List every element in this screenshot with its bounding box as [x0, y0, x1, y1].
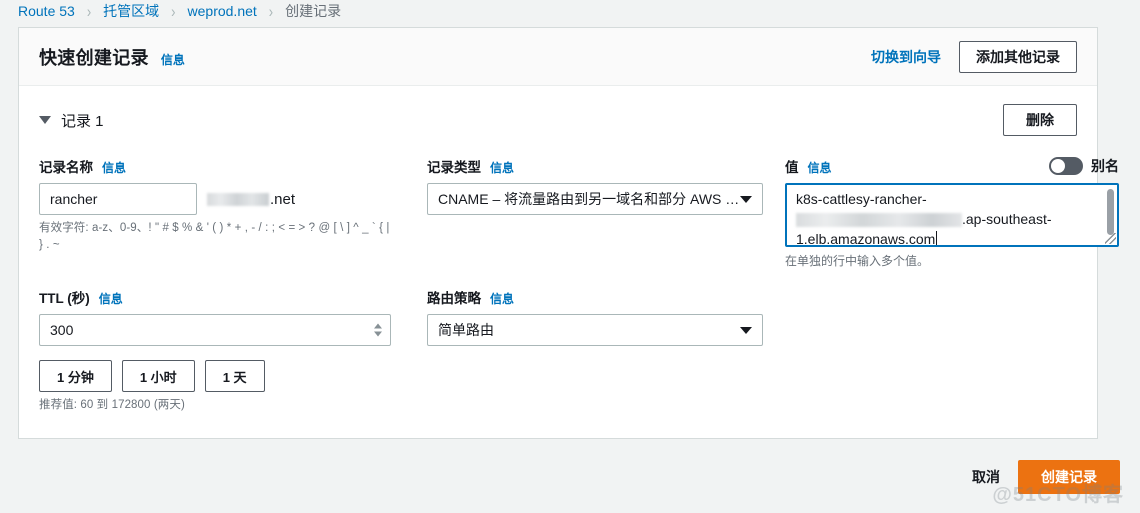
grid-gap: [391, 156, 427, 269]
add-another-record-button[interactable]: 添加其他记录: [959, 41, 1077, 73]
routing-policy-selected-value: 简单路由: [438, 322, 494, 338]
record-type-label: 记录类型: [427, 160, 481, 175]
footer-actions: 取消 创建记录: [972, 460, 1120, 494]
record-value-header: 值 信息 别名: [785, 156, 1119, 176]
record-value-line-3-text: 1.elb.amazonaws.com: [796, 231, 936, 247]
record-name-label-row: 记录名称 信息: [39, 156, 391, 176]
record-name-input-row: .net: [39, 183, 391, 215]
resize-grip-icon[interactable]: [1105, 233, 1116, 244]
record-header: 记录 1 删除: [39, 104, 1077, 136]
ttl-1-hour-button[interactable]: 1 小时: [121, 360, 195, 392]
panel-header: 快速创建记录 信息 切换到向导 添加其他记录: [19, 28, 1097, 86]
record-name-info-link[interactable]: 信息: [102, 159, 126, 176]
breadcrumb-item-hosted-zones[interactable]: 托管区域: [103, 1, 159, 21]
breadcrumb-item-create-record: 创建记录: [285, 3, 342, 19]
record-value-info-link[interactable]: 信息: [808, 159, 832, 176]
record-body: 记录 1 删除 记录名称 信息 .net 有效字符: a-z、0-9、! " #…: [19, 86, 1119, 438]
record-value-line-2: .ap-southeast-: [796, 209, 1099, 229]
record-type-field: 记录类型 信息 CNAME – 将流量路由到另一域名和部分 AWS …: [427, 156, 763, 269]
record-type-selected-value: CNAME – 将流量路由到另一域名和部分 AWS …: [438, 191, 740, 207]
quick-create-record-panel: 快速创建记录 信息 切换到向导 添加其他记录 记录 1 删除 记录名称 信息 r…: [18, 27, 1119, 440]
record-name-label: 记录名称: [39, 160, 93, 175]
breadcrumb: Route 53 › 托管区域 › weprod.net › 创建记录: [0, 0, 1140, 22]
routing-policy-field: 路由策略 信息 简单路由: [427, 287, 763, 414]
record-value-line-2-text: .ap-southeast-: [962, 211, 1052, 227]
ttl-input[interactable]: [39, 314, 391, 346]
record-value-label: 值: [785, 160, 799, 175]
breadcrumb-item-domain[interactable]: weprod.net: [188, 3, 257, 19]
chevron-down-icon: [740, 327, 752, 334]
record-type-label-row: 记录类型 信息: [427, 156, 763, 176]
record-value-field: 值 信息 别名 k8s-cattlesy-rancher- .ap-southe…: [785, 156, 1119, 269]
record-value-line-3: 1.elb.amazonaws.com: [796, 229, 1099, 247]
redacted-value-block: [796, 213, 962, 228]
ttl-input-wrap: [39, 314, 391, 346]
record-name-hint: 有效字符: a-z、0-9、! " # $ % & ' ( ) * + , - …: [39, 222, 390, 252]
delete-record-button[interactable]: 删除: [1003, 104, 1077, 136]
record-name-input[interactable]: [39, 183, 197, 215]
ttl-field: TTL (秒) 信息 1 分钟 1 小时 1 天 推荐值: 60 到 17280…: [39, 287, 391, 414]
ttl-1-minute-button[interactable]: 1 分钟: [39, 360, 112, 392]
redacted-domain-block: [207, 192, 269, 206]
record-type-select[interactable]: CNAME – 将流量路由到另一域名和部分 AWS …: [427, 183, 763, 215]
stepper-down-icon[interactable]: [374, 331, 382, 337]
domain-suffix-text: .net: [270, 190, 296, 208]
record-name-domain-suffix: .net: [207, 191, 295, 208]
record-type-info-link[interactable]: 信息: [490, 159, 514, 176]
ttl-hint: 推荐值: 60 到 172800 (两天): [39, 399, 185, 411]
routing-policy-label-row: 路由策略 信息: [427, 287, 763, 307]
ttl-1-day-button[interactable]: 1 天: [204, 360, 265, 392]
ttl-label-row: TTL (秒) 信息: [39, 287, 391, 307]
alias-toggle[interactable]: [1049, 157, 1083, 175]
record-value-label-row: 值 信息: [785, 156, 832, 176]
ttl-quick-buttons: 1 分钟 1 小时 1 天: [39, 360, 391, 392]
quantity-stepper[interactable]: [374, 323, 382, 337]
alias-toggle-label: 别名: [1091, 158, 1119, 174]
breadcrumb-separator-icon: ›: [171, 1, 176, 21]
panel-info-link[interactable]: 信息: [161, 51, 185, 68]
toggle-knob-icon: [1051, 159, 1065, 173]
record-value-hint: 在单独的行中输入多个值。: [785, 254, 930, 268]
grid-gap: [763, 287, 785, 414]
routing-policy-info-link[interactable]: 信息: [490, 290, 514, 307]
record-fields-grid: 记录名称 信息 .net 有效字符: a-z、0-9、! " # $ % & '…: [39, 156, 1119, 414]
ttl-label: TTL (秒): [39, 291, 90, 306]
ttl-info-link[interactable]: 信息: [99, 290, 123, 307]
breadcrumb-separator-icon: ›: [86, 1, 92, 21]
create-record-button[interactable]: 创建记录: [1018, 460, 1120, 494]
grid-gap: [763, 156, 785, 269]
page-title: 快速创建记录: [39, 48, 149, 68]
text-cursor: [936, 231, 938, 245]
record-value-textarea[interactable]: k8s-cattlesy-rancher- .ap-southeast- 1.e…: [785, 183, 1119, 247]
record-value-line-1: k8s-cattlesy-rancher-: [796, 191, 927, 207]
record-title-wrap[interactable]: 记录 1: [39, 110, 104, 131]
breadcrumb-separator-icon: ›: [268, 1, 274, 21]
breadcrumb-item-route53[interactable]: Route 53: [18, 3, 75, 19]
switch-to-wizard-link[interactable]: 切换到向导: [871, 47, 941, 67]
textarea-scrollbar[interactable]: [1107, 189, 1114, 235]
stepper-up-icon[interactable]: [374, 323, 382, 329]
record-name-field: 记录名称 信息 .net 有效字符: a-z、0-9、! " # $ % & '…: [39, 156, 391, 269]
panel-header-left: 快速创建记录 信息: [39, 44, 185, 70]
grid-gap: [785, 287, 1119, 414]
record-title: 记录 1: [61, 112, 104, 130]
alias-toggle-wrap: 别名: [1049, 156, 1119, 176]
chevron-down-icon: [740, 196, 752, 203]
grid-gap: [391, 287, 427, 414]
routing-policy-select[interactable]: 简单路由: [427, 314, 763, 346]
routing-policy-label: 路由策略: [427, 291, 481, 306]
chevron-down-icon[interactable]: [39, 116, 51, 124]
cancel-button[interactable]: 取消: [972, 467, 1000, 487]
panel-header-actions: 切换到向导 添加其他记录: [871, 41, 1077, 73]
